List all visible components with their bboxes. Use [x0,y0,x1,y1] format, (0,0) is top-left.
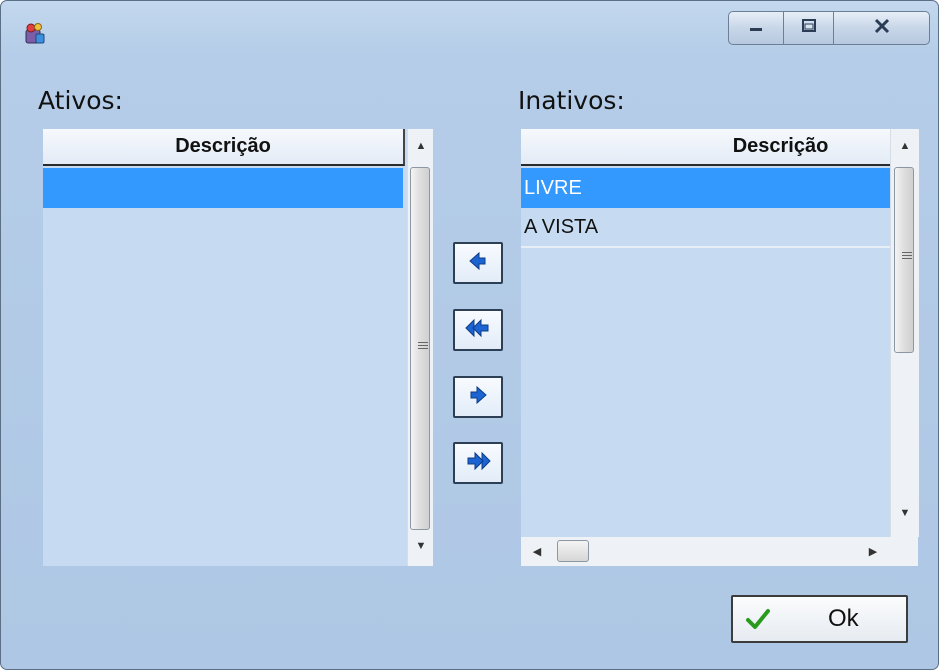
move-all-left-button[interactable] [453,309,503,351]
checkmark-icon [745,606,771,637]
ativos-label: Ativos: [38,86,123,115]
inativos-grid[interactable]: Descrição LIVRE A VISTA [521,129,890,537]
ativos-row[interactable] [43,168,403,208]
grip-icon [902,252,912,261]
inativos-vertical-scrollbar[interactable]: ▲ ▼ [890,129,919,537]
minimize-button[interactable] [728,11,784,45]
scroll-right-arrow-icon[interactable]: ▶ [861,539,885,563]
ativos-scroll-thumb[interactable] [410,167,430,530]
close-button[interactable] [834,11,930,45]
paint-app-icon[interactable] [23,22,47,46]
move-right-button[interactable] [453,376,503,418]
ok-button[interactable]: Ok [731,595,908,643]
arrow-left-icon [466,249,490,278]
double-arrow-right-icon [464,449,492,478]
dialog-window: Ativos: Descrição ▲ ▼ Inativos: Descriçã… [0,0,939,670]
maximize-icon [800,17,818,40]
move-left-button[interactable] [453,242,503,284]
scroll-down-arrow-icon[interactable]: ▼ [409,534,433,558]
inativos-column-header[interactable]: Descrição [521,129,890,166]
inativos-scroll-thumb[interactable] [894,167,914,353]
move-all-right-button[interactable] [453,442,503,484]
inativos-label: Inativos: [518,86,625,115]
ativos-vertical-scrollbar[interactable]: ▲ ▼ [407,129,433,566]
window-controls [728,11,930,47]
maximize-button[interactable] [784,11,834,45]
close-icon [872,17,892,40]
ativos-grid[interactable]: Descrição [43,129,407,566]
scroll-left-arrow-icon[interactable]: ◀ [525,539,549,563]
ativos-column-header[interactable]: Descrição [43,129,405,166]
double-arrow-left-icon [464,316,492,345]
grip-icon [418,342,428,351]
inativos-hscroll-thumb[interactable] [557,540,589,562]
inativos-row[interactable]: A VISTA [521,208,890,248]
scroll-down-arrow-icon[interactable]: ▼ [893,501,917,525]
ok-button-label: Ok [828,605,859,632]
arrow-right-icon [466,383,490,412]
title-bar [1,1,938,59]
scroll-up-arrow-icon[interactable]: ▲ [409,134,433,158]
inativos-horizontal-scrollbar[interactable]: ◀ ▶ [521,537,918,566]
minimize-icon [747,17,765,40]
scroll-up-arrow-icon[interactable]: ▲ [893,134,917,158]
inativos-row[interactable]: LIVRE [521,168,890,208]
